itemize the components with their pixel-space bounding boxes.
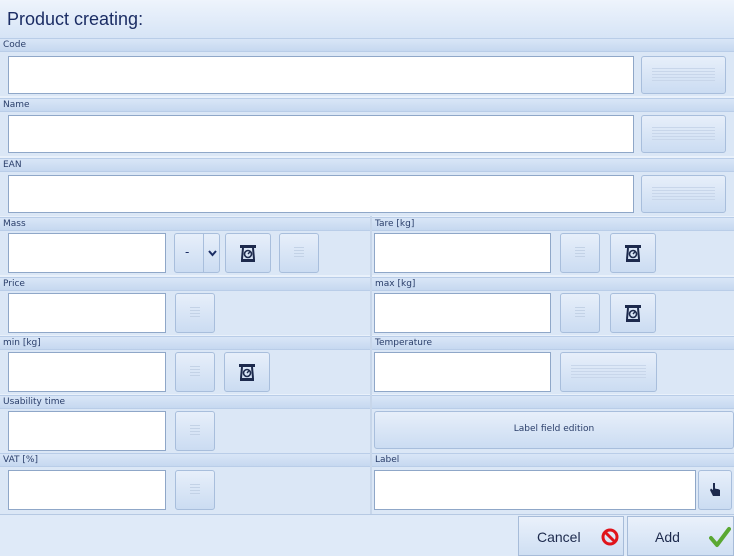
numpad-icon	[190, 307, 200, 319]
label-label: Label	[375, 455, 400, 465]
usability-numpad-button[interactable]	[175, 411, 215, 451]
tare-numpad-button[interactable]	[560, 233, 600, 273]
usability-input[interactable]	[8, 411, 166, 451]
tare-scale-button[interactable]	[610, 233, 656, 273]
add-label: Add	[655, 529, 680, 545]
min-label: min [kg]	[3, 338, 41, 348]
scale-icon	[625, 305, 641, 322]
select-divider	[203, 234, 204, 272]
chevron-down-icon	[208, 250, 217, 257]
page-title: Product creating:	[7, 9, 144, 29]
max-input[interactable]	[374, 293, 551, 333]
numpad-icon	[575, 307, 585, 319]
label-field-edition-label: Label field edition	[513, 424, 595, 434]
code-keyboard-button[interactable]	[641, 56, 726, 94]
field-label-bar-usability: Usability time	[0, 395, 370, 409]
name-label: Name	[3, 100, 30, 110]
label-input[interactable]	[374, 470, 696, 510]
vat-numpad-button[interactable]	[175, 470, 215, 510]
scale-icon	[239, 364, 255, 381]
ean-keyboard-button[interactable]	[641, 175, 726, 213]
temperature-keyboard-button[interactable]	[560, 352, 657, 392]
scale-icon	[625, 245, 641, 262]
cancel-button[interactable]: Cancel	[518, 516, 624, 556]
name-input[interactable]	[8, 115, 634, 153]
mass-unit-select[interactable]: -	[174, 233, 220, 273]
max-numpad-button[interactable]	[560, 293, 600, 333]
field-label-bar-temperature: Temperature	[372, 336, 734, 350]
field-label-bar-code: Code	[0, 38, 734, 52]
max-scale-button[interactable]	[610, 293, 656, 333]
keyboard-icon	[652, 127, 715, 141]
min-input[interactable]	[8, 352, 166, 392]
label-pick-button[interactable]	[698, 470, 732, 510]
numpad-icon	[190, 484, 200, 496]
field-label-bar-name: Name	[0, 98, 734, 112]
field-label-bar-empty	[372, 395, 734, 409]
mass-input[interactable]	[8, 233, 166, 273]
tare-input[interactable]	[374, 233, 551, 273]
field-label-bar-min: min [kg]	[0, 336, 370, 350]
vat-label: VAT [%]	[3, 455, 38, 465]
scale-icon	[240, 245, 256, 262]
add-button[interactable]: Add	[627, 516, 734, 556]
field-label-bar-vat: VAT [%]	[0, 453, 370, 467]
hand-pointer-icon	[710, 483, 720, 496]
price-label: Price	[3, 279, 25, 289]
field-label-bar-tare: Tare [kg]	[372, 217, 734, 231]
numpad-icon	[190, 366, 200, 378]
field-label-bar-mass: Mass	[0, 217, 370, 231]
mass-unit-value: -	[185, 245, 190, 259]
cancel-label: Cancel	[537, 529, 581, 545]
numpad-icon	[575, 247, 585, 259]
title-bar: Product creating:	[0, 0, 734, 38]
field-label-bar-ean: EAN	[0, 158, 734, 172]
mass-numpad-button[interactable]	[279, 233, 319, 273]
no-entry-icon	[601, 528, 619, 546]
field-label-bar-label: Label	[372, 453, 734, 467]
field-label-bar-price: Price	[0, 277, 370, 291]
mass-label: Mass	[3, 219, 26, 229]
tare-label: Tare [kg]	[375, 219, 415, 229]
min-scale-button[interactable]	[224, 352, 270, 392]
mass-scale-button[interactable]	[225, 233, 271, 273]
keyboard-icon	[652, 187, 715, 201]
vat-input[interactable]	[8, 470, 166, 510]
field-label-bar-max: max [kg]	[372, 277, 734, 291]
checkmark-icon	[709, 527, 731, 547]
ean-label: EAN	[3, 160, 22, 170]
code-label: Code	[3, 40, 27, 50]
numpad-icon	[294, 247, 304, 259]
name-keyboard-button[interactable]	[641, 115, 726, 153]
keyboard-icon	[571, 365, 646, 379]
keyboard-icon	[652, 68, 715, 82]
code-input[interactable]	[8, 56, 634, 94]
min-numpad-button[interactable]	[175, 352, 215, 392]
price-numpad-button[interactable]	[175, 293, 215, 333]
max-label: max [kg]	[375, 279, 416, 289]
ean-input[interactable]	[8, 175, 634, 213]
numpad-icon	[190, 425, 200, 437]
temperature-input[interactable]	[374, 352, 551, 392]
price-input[interactable]	[8, 293, 166, 333]
label-field-edition-button[interactable]: Label field edition	[374, 411, 734, 449]
temperature-label: Temperature	[375, 338, 433, 348]
usability-label: Usability time	[3, 397, 66, 407]
